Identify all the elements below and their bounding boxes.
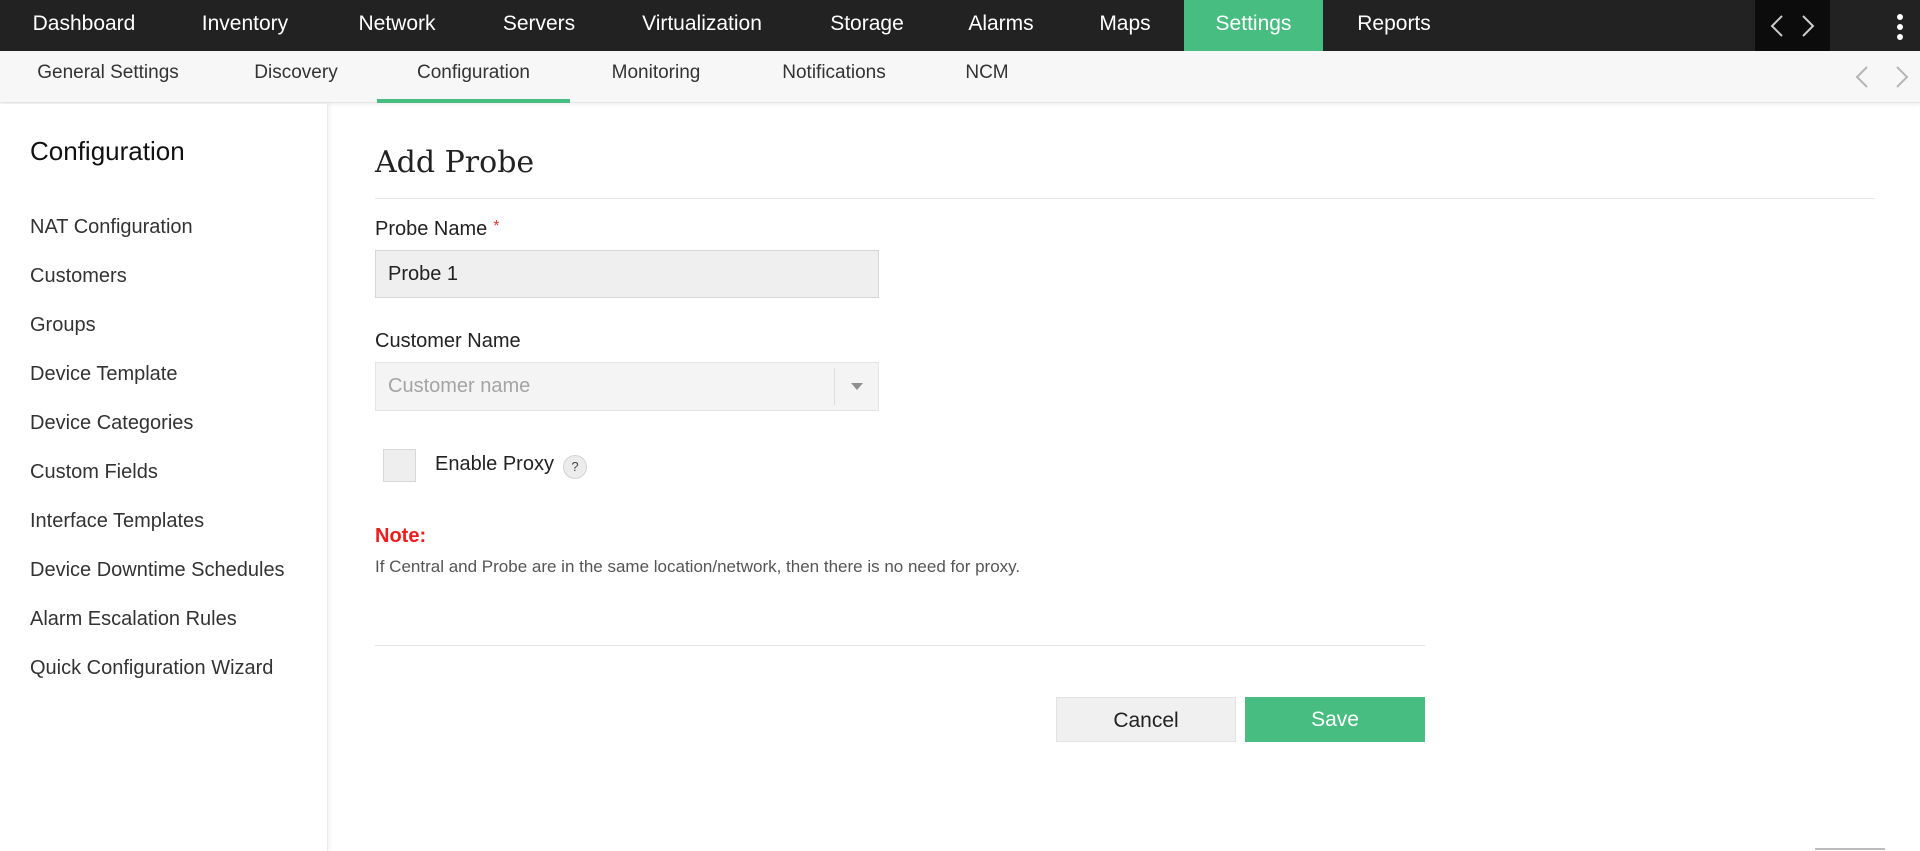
cancel-button[interactable]: Cancel xyxy=(1056,697,1236,742)
probe-name-label: Probe Name * xyxy=(375,218,500,241)
customer-name-placeholder: Customer name xyxy=(388,375,531,397)
scroll-indicator xyxy=(1815,848,1885,850)
required-marker: * xyxy=(493,218,500,235)
tab-inventory[interactable]: Inventory xyxy=(168,0,322,51)
chevron-right-icon[interactable] xyxy=(1801,14,1815,38)
top-navigation: Dashboard Inventory Network Servers Virt… xyxy=(0,0,1920,51)
more-vertical-icon[interactable] xyxy=(1888,8,1912,44)
sidebar-item-groups[interactable]: Groups xyxy=(30,314,96,337)
save-button[interactable]: Save xyxy=(1245,697,1425,742)
title-divider xyxy=(375,198,1875,199)
chevron-right-icon[interactable] xyxy=(1895,65,1909,89)
subtab-notifications[interactable]: Notifications xyxy=(766,51,902,103)
select-divider xyxy=(834,368,835,405)
page-title: Add Probe xyxy=(375,145,535,180)
chevron-left-icon[interactable] xyxy=(1855,65,1869,89)
note-title: Note: xyxy=(375,525,427,547)
probe-name-label-text: Probe Name xyxy=(375,218,488,240)
chevron-left-icon[interactable] xyxy=(1770,14,1784,38)
sidebar-item-nat-configuration[interactable]: NAT Configuration xyxy=(30,216,193,239)
sidebar-item-quick-configuration-wizard[interactable]: Quick Configuration Wizard xyxy=(30,657,273,680)
sidebar-item-custom-fields[interactable]: Custom Fields xyxy=(30,461,158,484)
subtab-ncm[interactable]: NCM xyxy=(948,51,1026,103)
sidebar-item-customers[interactable]: Customers xyxy=(30,265,127,288)
customer-name-select[interactable]: Customer name xyxy=(375,362,879,411)
chevron-down-icon xyxy=(851,383,863,390)
tab-maps[interactable]: Maps xyxy=(1066,0,1184,51)
sidebar-item-interface-templates[interactable]: Interface Templates xyxy=(30,510,204,533)
tab-alarms[interactable]: Alarms xyxy=(936,0,1066,51)
sidebar-item-device-downtime-schedules[interactable]: Device Downtime Schedules xyxy=(30,559,285,582)
subtab-monitoring[interactable]: Monitoring xyxy=(596,51,716,103)
note-text: If Central and Probe are in the same loc… xyxy=(375,557,1021,576)
enable-proxy-checkbox[interactable] xyxy=(383,449,416,482)
tab-dashboard[interactable]: Dashboard xyxy=(0,0,168,51)
sidebar-item-alarm-escalation-rules[interactable]: Alarm Escalation Rules xyxy=(30,608,237,631)
tab-network[interactable]: Network xyxy=(322,0,472,51)
sidebar-item-device-template[interactable]: Device Template xyxy=(30,363,177,386)
enable-proxy-label[interactable]: Enable Proxy xyxy=(435,453,554,476)
tab-settings[interactable]: Settings xyxy=(1184,0,1323,51)
help-icon[interactable]: ? xyxy=(563,455,587,479)
probe-name-input[interactable] xyxy=(375,250,879,298)
form-divider xyxy=(375,645,1425,646)
sidebar-item-device-categories[interactable]: Device Categories xyxy=(30,412,193,435)
tab-storage[interactable]: Storage xyxy=(798,0,936,51)
tab-reports[interactable]: Reports xyxy=(1323,0,1465,51)
tab-virtualization[interactable]: Virtualization xyxy=(606,0,798,51)
sidebar: Configuration NAT Configuration Customer… xyxy=(0,104,328,851)
sub-navigation: General Settings Discovery Configuration… xyxy=(0,51,1920,103)
tab-servers[interactable]: Servers xyxy=(472,0,606,51)
customer-name-label: Customer Name xyxy=(375,330,521,352)
sidebar-title: Configuration xyxy=(30,136,185,166)
subtab-discovery[interactable]: Discovery xyxy=(236,51,356,103)
subtab-configuration[interactable]: Configuration xyxy=(377,51,570,103)
subtab-general-settings[interactable]: General Settings xyxy=(20,51,196,103)
tab-scroll-controls xyxy=(1755,0,1830,51)
